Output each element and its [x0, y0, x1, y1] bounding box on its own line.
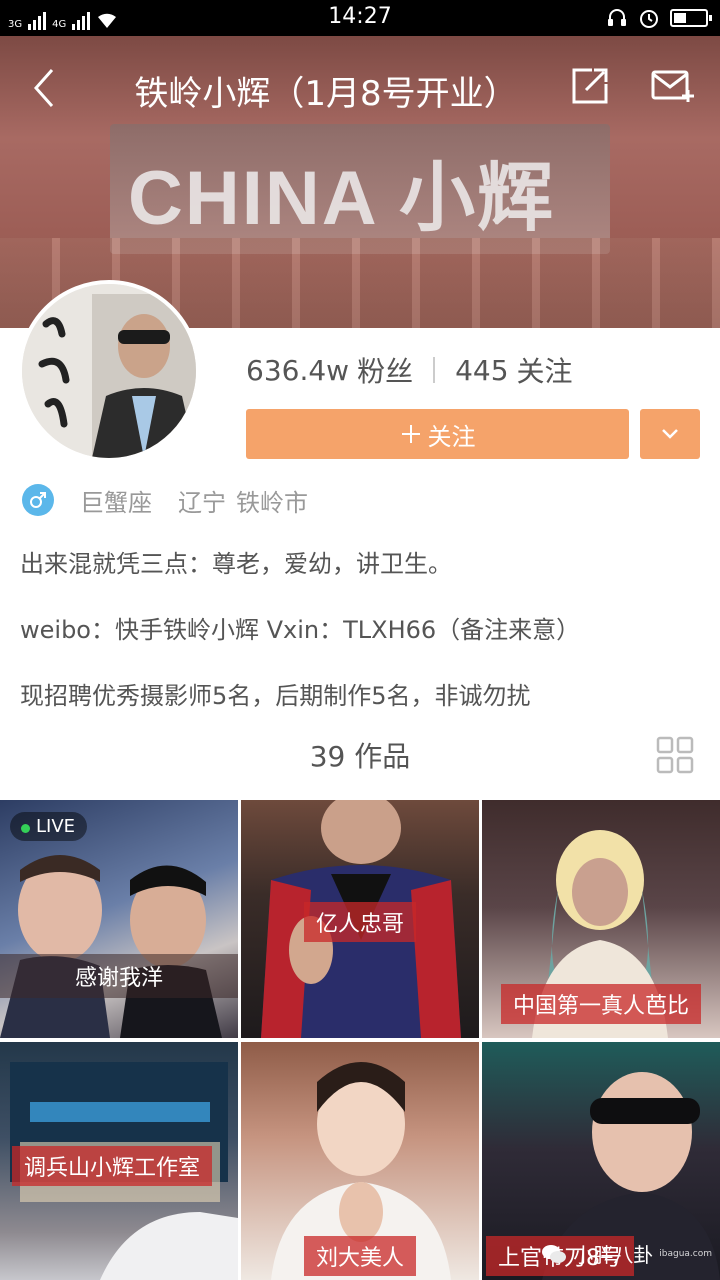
work-caption: 调兵山小辉工作室 [12, 1146, 213, 1186]
profile-stats: 636.4w 粉丝 445 关注 [246, 350, 573, 390]
work-tile-4[interactable]: 调兵山小辉工作室 [0, 1042, 238, 1280]
live-badge: LIVE [10, 812, 88, 841]
alarm-icon [640, 10, 658, 28]
avatar[interactable] [18, 280, 200, 462]
work-caption-wrap: 亿人忠哥 [241, 902, 479, 942]
avatar-photo [22, 284, 196, 458]
zodiac-label: 巨蟹座 [80, 488, 152, 517]
watermark-small: ibagua.com [659, 1248, 712, 1259]
fans-label: 粉丝 [357, 355, 414, 388]
status-bar: 3G 4G 14:27 [0, 0, 720, 36]
watermark: 小胖八卦 ibagua.com [541, 1239, 712, 1268]
bio-line-1: 出来混就凭三点：尊老，爱幼，讲卫生。 [20, 550, 452, 578]
works-count: 39 作品 [309, 740, 411, 773]
grid-view-icon[interactable] [656, 736, 694, 774]
bio-line-3: 现招聘优秀摄影师5名，后期制作5名，非诚勿扰 [20, 682, 531, 710]
location-label: 辽宁 铁岭市 [178, 483, 308, 518]
follow-button[interactable]: 关注 [246, 409, 629, 459]
following-label: 关注 [516, 355, 573, 388]
work-tile-1[interactable]: LIVE 感谢我洋 [0, 800, 238, 1038]
watermark-text: 小胖八卦 [573, 1243, 654, 1267]
work-tile-3[interactable]: 中国第一真人芭比 [482, 800, 720, 1038]
page-title: 铁岭小辉（1月8号开业） [134, 74, 518, 114]
mail-icon[interactable] [650, 66, 696, 106]
work-caption-wrap: 调兵山小辉工作室 [0, 1146, 238, 1186]
work-caption: 中国第一真人芭比 [500, 984, 701, 1024]
work-caption: 亿人忠哥 [303, 902, 416, 942]
wechat-icon [542, 1244, 567, 1263]
stats-divider [433, 357, 436, 383]
work-tile-2[interactable]: 亿人忠哥 [241, 800, 479, 1038]
city-label: 铁岭市 [236, 488, 308, 517]
bio-line-2: weibo：快手铁岭小辉 Vxin：TLXH66（备注来意） [20, 616, 581, 644]
banner-sign-text: CHINA 小辉 [128, 156, 555, 241]
plus-icon [401, 425, 420, 443]
works-grid: LIVE 感谢我洋 亿人忠哥 中国第一真人芭比 调兵山小辉工作室 刘大美人 小胖… [0, 800, 720, 1280]
profile-meta: 巨蟹座 辽宁 铁岭市 [22, 482, 308, 518]
work-tile-5[interactable]: 刘大美人 [241, 1042, 479, 1280]
work-caption: 感谢我洋 [0, 954, 238, 998]
following-count[interactable]: 445 [455, 354, 508, 387]
chevron-down-icon [662, 429, 678, 439]
status-right [606, 6, 712, 30]
work-caption: 刘大美人 [303, 1236, 416, 1276]
fans-count[interactable]: 636.4w [246, 354, 349, 387]
back-icon[interactable] [26, 66, 66, 110]
share-icon[interactable] [570, 66, 610, 106]
follow-button-label: 关注 [427, 423, 476, 451]
male-icon [22, 484, 54, 516]
recommend-dropdown-button[interactable] [640, 409, 700, 459]
work-caption-wrap: 刘大美人 [241, 1236, 479, 1276]
battery-icon [670, 9, 712, 27]
headset-icon [608, 9, 626, 26]
work-caption-wrap: 中国第一真人芭比 [482, 984, 720, 1024]
province-label: 辽宁 [178, 488, 226, 517]
